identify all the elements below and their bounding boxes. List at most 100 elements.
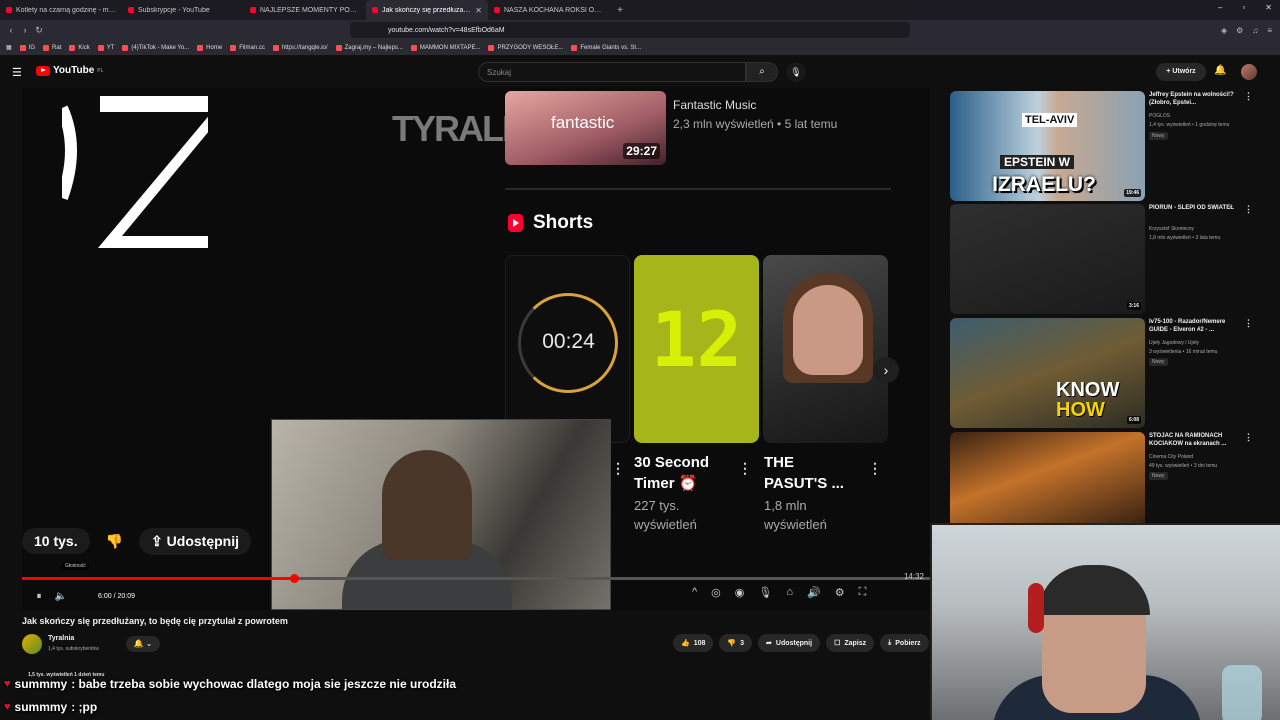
volume-icon[interactable]: 🔊 [807, 586, 821, 599]
shorts-next-button[interactable]: › [873, 357, 899, 383]
forward-icon[interactable]: › [18, 25, 32, 35]
bookmark-item[interactable]: Female Giants vs. St... [571, 44, 641, 51]
hamburger-menu-icon[interactable]: ☰ [12, 66, 22, 79]
related-video-thumbnail[interactable]: fantastic 29:27 [505, 91, 666, 165]
youtube-logo[interactable]: YouTube PL [36, 65, 103, 76]
extension-icon[interactable]: ♫ [1252, 26, 1258, 35]
overlay-actions: 10 tys. 👎 ⇪ Udostępnij [22, 526, 251, 556]
video-thumbnail[interactable]: TEL-AVIV EPSTEIN W IZRAELU? 19:46 [950, 91, 1145, 201]
thumbnail-text: EPSTEIN W [1000, 155, 1075, 169]
video-stats: 1,8 mln wyświetleń • 3 lata temu [1149, 235, 1221, 241]
recommended-video[interactable]: TEL-AVIV EPSTEIN W IZRAELU? 19:46 Jeffre… [950, 91, 1260, 201]
browser-tab-active[interactable]: Jak skończy się przedłużany, ... ✕ [366, 0, 488, 20]
browser-tab[interactable]: NASZA KOCHANA ROKSI ODESZŁA [488, 0, 610, 20]
minimize-icon[interactable]: – [1218, 3, 1222, 12]
short-title[interactable]: 30 Second Timer ⏰ [634, 452, 709, 494]
browser-tab[interactable]: Kotlety na czarną godzinę - mogą st... [0, 0, 122, 20]
bookmark-favicon-icon [335, 44, 342, 51]
dislike-button[interactable]: 👎 3 [719, 634, 753, 652]
microphone-icon[interactable]: 🎙 [758, 586, 772, 599]
channel-name[interactable]: Tyralnia [48, 635, 74, 642]
volume-icon[interactable]: 🔈 [50, 591, 72, 602]
bookmark-item[interactable]: Rat [43, 44, 61, 51]
voice-search-button[interactable]: 🎙 [786, 62, 806, 82]
tray-app-icon[interactable]: ◎ [711, 586, 721, 599]
close-tab-icon[interactable]: ✕ [475, 6, 482, 15]
more-options-icon[interactable]: ⋮ [611, 460, 625, 477]
more-options-icon[interactable]: ⋮ [1244, 204, 1253, 215]
channel-avatar[interactable] [22, 634, 42, 654]
overlay-share-button[interactable]: ⇪ Udostępnij [139, 527, 251, 555]
browser-tab[interactable]: Subskrypcje - YouTube [122, 0, 244, 20]
pause-icon[interactable]: ⏸ [28, 591, 50, 602]
browser-tab[interactable]: NAJLEPSZE MOMENTY POLSKIEGO ... [244, 0, 366, 20]
more-options-icon[interactable]: ⋮ [738, 460, 752, 477]
video-thumbnail[interactable]: KNOW HOW 6:08 [950, 318, 1145, 428]
recommended-video[interactable]: 3:16 PIORUN - SLEPI OD SWIATEŁ Krzysztof… [950, 204, 1260, 314]
bookmark-item[interactable]: YT [97, 44, 114, 51]
video-title[interactable]: Jeffrey Epstein na wolności!? (Złobro, E… [1149, 91, 1237, 107]
bookmark-item[interactable]: Zagraj.my – Najleps... [335, 44, 403, 51]
dislike-icon[interactable]: 👎 [106, 533, 123, 550]
more-options-icon[interactable]: ⋮ [868, 460, 882, 477]
video-stats: 1,4 tys. wyświetleń • 1 godzinę temu [1149, 122, 1230, 128]
thumbnail-text: TEL-AVIV [1022, 113, 1078, 127]
settings-gear-icon[interactable]: ⚙ [835, 586, 845, 599]
extension-icon[interactable]: ◈ [1221, 26, 1227, 35]
network-icon[interactable]: ⌂ [786, 586, 793, 599]
notifications-bell-icon[interactable]: 🔔 [1214, 65, 1226, 76]
user-avatar[interactable] [1241, 64, 1257, 80]
maximize-icon[interactable]: ▫ [1242, 3, 1245, 12]
overlay-like-count[interactable]: 10 tys. [22, 528, 90, 554]
search-input[interactable]: Szukaj [478, 62, 746, 82]
apps-grid-icon[interactable]: ▦ [6, 44, 12, 51]
video-player[interactable]: TYRALNIA fantastic 29:27 Fantastic Music… [22, 88, 930, 610]
menu-icon[interactable]: ≡ [1267, 26, 1272, 35]
more-options-icon[interactable]: ⋮ [1244, 318, 1253, 329]
bookmark-item[interactable]: PRZYGODY WESOŁE... [488, 44, 563, 51]
close-window-icon[interactable]: ✕ [1265, 3, 1272, 12]
channel-name[interactable]: Krzysztof Skoniecny [1149, 226, 1194, 232]
video-thumbnail[interactable]: 3:16 [950, 204, 1145, 314]
bookmark-item[interactable]: IG [19, 44, 35, 51]
bookmark-item[interactable]: (4)TikTok - Make Yo... [122, 44, 189, 51]
like-button[interactable]: 👍 108 [673, 634, 714, 652]
short-card[interactable]: 00:24 [505, 255, 630, 443]
more-options-icon[interactable]: ⋮ [1244, 91, 1253, 102]
share-button[interactable]: ➦ Udostępnij [758, 634, 821, 652]
subscription-bell-button[interactable]: 🔔 ⌄ [126, 636, 160, 652]
video-title[interactable]: PIORUN - SLEPI OD SWIATEŁ [1149, 204, 1237, 212]
tray-app-icon[interactable]: ◉ [735, 586, 745, 599]
url-field[interactable]: youtube.com/watch?v=48sEfbOd6aM [350, 22, 910, 38]
new-badge: Nowy [1149, 358, 1168, 366]
bookmark-item[interactable]: Filman.cc [230, 44, 265, 51]
new-tab-button[interactable]: + [610, 5, 630, 16]
channel-name[interactable]: Ujeły Jagodowy i Ujeły [1149, 340, 1199, 346]
bookmark-item[interactable]: MAMMON MIXTAPE... [410, 44, 480, 51]
shorts-heading: Shorts [508, 212, 593, 234]
more-options-icon[interactable]: ⋮ [1244, 432, 1253, 443]
chevron-up-icon[interactable]: ^ [692, 586, 697, 599]
country-code: PL [97, 67, 104, 74]
fullscreen-icon[interactable]: ⛶ [859, 586, 867, 599]
save-button[interactable]: ☐ Zapisz [826, 634, 875, 652]
back-icon[interactable]: ‹ [4, 25, 18, 35]
reload-icon[interactable]: ↻ [32, 25, 46, 36]
video-title[interactable]: STOJAC NA RAMIONACH KOCIAKOW na ekranach… [1149, 432, 1237, 448]
channel-name[interactable]: Cinema City Poland [1149, 454, 1193, 460]
bookmark-item[interactable]: https://tangqle.io/ [272, 44, 328, 51]
download-button[interactable]: ⤓ Pobierz [880, 634, 929, 652]
create-button[interactable]: + Utwórz [1156, 63, 1206, 81]
short-title[interactable]: THE PASUT'S ... [764, 452, 844, 494]
short-card[interactable] [763, 255, 888, 443]
search-button[interactable]: ⌕ [746, 62, 778, 82]
extension-icon[interactable]: ⚙ [1236, 26, 1243, 35]
video-title[interactable]: lv75-100 - Razador/Nemere GUIDE - Elvero… [1149, 318, 1237, 334]
channel-name[interactable]: POGLOS [1149, 113, 1170, 119]
short-card[interactable]: 12 [634, 255, 759, 443]
video-duration: 29:27 [623, 143, 660, 159]
bookmark-item[interactable]: Kick [69, 44, 90, 51]
recommended-video[interactable]: KNOW HOW 6:08 lv75-100 - Razador/Nemere G… [950, 318, 1260, 428]
bookmark-item[interactable]: Home [197, 44, 222, 51]
progress-bar[interactable] [22, 574, 930, 583]
